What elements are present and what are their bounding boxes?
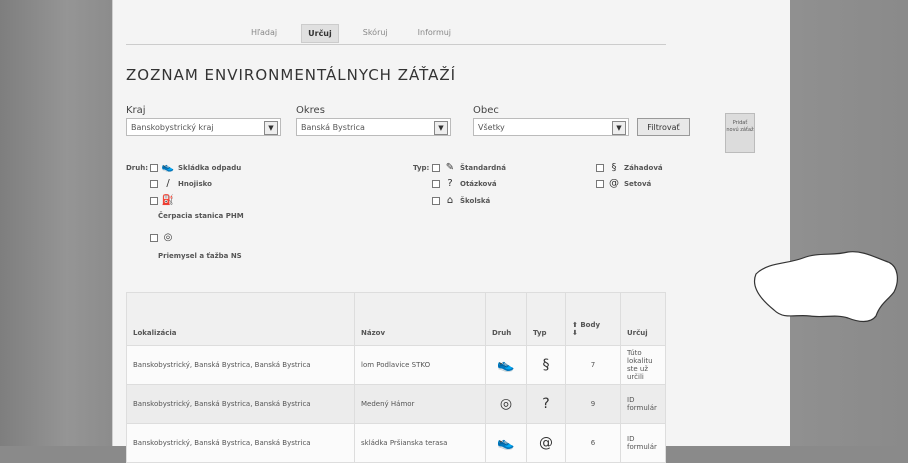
checkbox[interactable]: [150, 179, 158, 188]
cell-urcuj-link[interactable]: ID formulár: [620, 384, 666, 424]
checkbox[interactable]: [596, 163, 604, 172]
col-nazov[interactable]: Názov: [354, 292, 486, 346]
add-site-button[interactable]: Pridať novú záťaž: [725, 113, 755, 153]
okres-label: Okres: [296, 105, 325, 116]
okres-value: Banská Bystrica: [301, 123, 365, 132]
background-right: [790, 0, 908, 446]
spiral-icon: @: [526, 423, 566, 463]
obec-value: Všetky: [478, 123, 505, 132]
checkbox[interactable]: [596, 179, 604, 188]
swirl-icon: §: [611, 162, 617, 173]
okres-select[interactable]: Banská Bystrica ▼: [296, 118, 451, 136]
background-left: [0, 0, 112, 446]
druh-option-cerpacia-label: Čerpacia stanica PHM: [158, 212, 244, 220]
obec-label: Obec: [473, 105, 499, 116]
sort-up-icon[interactable]: ⬆: [572, 321, 578, 329]
shoe-icon: 👟: [485, 423, 527, 463]
typ-option-standardna[interactable]: ✎ Štandardná: [432, 162, 506, 173]
sort-down-icon[interactable]: ⬇: [572, 329, 578, 337]
obec-select[interactable]: Všetky ▼: [473, 118, 629, 136]
table-row: Banskobystrický, Banská Bystrica, Banská…: [126, 345, 666, 385]
druh-option-skladka[interactable]: 👟 Skládka odpadu: [150, 162, 241, 173]
shoe-icon: 👟: [161, 162, 175, 173]
typ-option-otazkova[interactable]: ? Otázková: [432, 178, 497, 189]
checkbox[interactable]: [432, 163, 440, 172]
filter-button[interactable]: Filtrovať: [637, 118, 690, 136]
tab-informuj[interactable]: Informuj: [412, 24, 457, 43]
cell-body: 6: [565, 423, 621, 463]
kraj-value: Banskobystrický kraj: [131, 123, 214, 132]
cell-lokalizacia: Banskobystrický, Banská Bystrica, Banská…: [126, 384, 355, 424]
checkbox[interactable]: [150, 196, 158, 205]
cell-body: 7: [565, 345, 621, 385]
target-icon: ◎: [163, 232, 173, 243]
col-urcuj: Určuj: [620, 292, 666, 346]
school-icon: ⌂: [446, 195, 454, 206]
druh-label: Druh:: [126, 164, 149, 172]
sites-table: Lokalizácia Názov Druh Typ ⬆ Body ⬇ Urču…: [126, 292, 666, 463]
cell-nazov: Medený Hámor: [354, 384, 486, 424]
fuel-icon: ⛽: [161, 195, 175, 206]
typ-option-zahadova[interactable]: § Záhadová: [596, 162, 663, 173]
chevron-down-icon[interactable]: ▼: [612, 121, 626, 135]
cell-urcuj-link[interactable]: ID formulár: [620, 423, 666, 463]
kraj-select[interactable]: Banskobystrický kraj ▼: [126, 118, 281, 136]
druh-option-cerpacia-checkbox[interactable]: ⛽: [150, 195, 175, 206]
druh-option-hnojisko[interactable]: / Hnojisko: [150, 178, 212, 189]
typ-option-skolska[interactable]: ⌂ Školská: [432, 195, 490, 206]
target-icon: ◎: [485, 384, 527, 424]
cell-lokalizacia: Banskobystrický, Banská Bystrica, Banská…: [126, 345, 355, 385]
spiral-icon: @: [609, 178, 619, 189]
table-row: Banskobystrický, Banská Bystrica, Banská…: [126, 384, 666, 424]
chevron-down-icon[interactable]: ▼: [264, 121, 278, 135]
typ-option-setova[interactable]: @ Setová: [596, 178, 651, 189]
broom-icon: ✎: [445, 162, 455, 173]
col-typ[interactable]: Typ: [526, 292, 566, 346]
question-bubble-icon: ?: [447, 178, 453, 189]
swirl-icon: §: [526, 345, 566, 385]
checkbox[interactable]: [150, 233, 158, 242]
checkbox[interactable]: [432, 179, 440, 188]
cell-urcuj: Túto lokalitu ste už určili: [620, 345, 666, 385]
checkbox[interactable]: [432, 196, 440, 205]
nav-divider: [126, 44, 666, 45]
cell-nazov: lom Podlavice STKO: [354, 345, 486, 385]
table-row: Banskobystrický, Banská Bystrica, Banská…: [126, 423, 666, 463]
druh-option-priemysel-label: Priemysel a ťažba NS: [158, 252, 242, 260]
tab-hladaj[interactable]: Hľadaj: [245, 24, 283, 43]
slovakia-map-icon: [754, 251, 898, 323]
cell-nazov: skládka Pršianska terasa: [354, 423, 486, 463]
col-druh[interactable]: Druh: [485, 292, 527, 346]
kraj-label: Kraj: [126, 105, 146, 116]
slash-icon: /: [166, 178, 170, 189]
question-bubble-icon: ?: [526, 384, 566, 424]
shoe-icon: 👟: [485, 345, 527, 385]
chevron-down-icon[interactable]: ▼: [434, 121, 448, 135]
top-nav: Hľadaj Určuj Skóruj Informuj: [245, 24, 457, 43]
page-title: ZOZNAM ENVIRONMENTÁLNYCH ZÁŤAŽÍ: [126, 66, 457, 84]
cell-lokalizacia: Banskobystrický, Banská Bystrica, Banská…: [126, 423, 355, 463]
druh-option-priemysel-checkbox[interactable]: ◎: [150, 232, 175, 243]
checkbox[interactable]: [150, 163, 158, 172]
table-header-row: Lokalizácia Názov Druh Typ ⬆ Body ⬇ Urču…: [126, 292, 666, 346]
col-body[interactable]: ⬆ Body ⬇: [565, 292, 621, 346]
col-lokalizacia[interactable]: Lokalizácia: [126, 292, 355, 346]
typ-label: Typ:: [413, 164, 430, 172]
cell-body: 9: [565, 384, 621, 424]
tab-skoruj[interactable]: Skóruj: [357, 24, 394, 43]
tab-urcuj[interactable]: Určuj: [301, 24, 339, 43]
